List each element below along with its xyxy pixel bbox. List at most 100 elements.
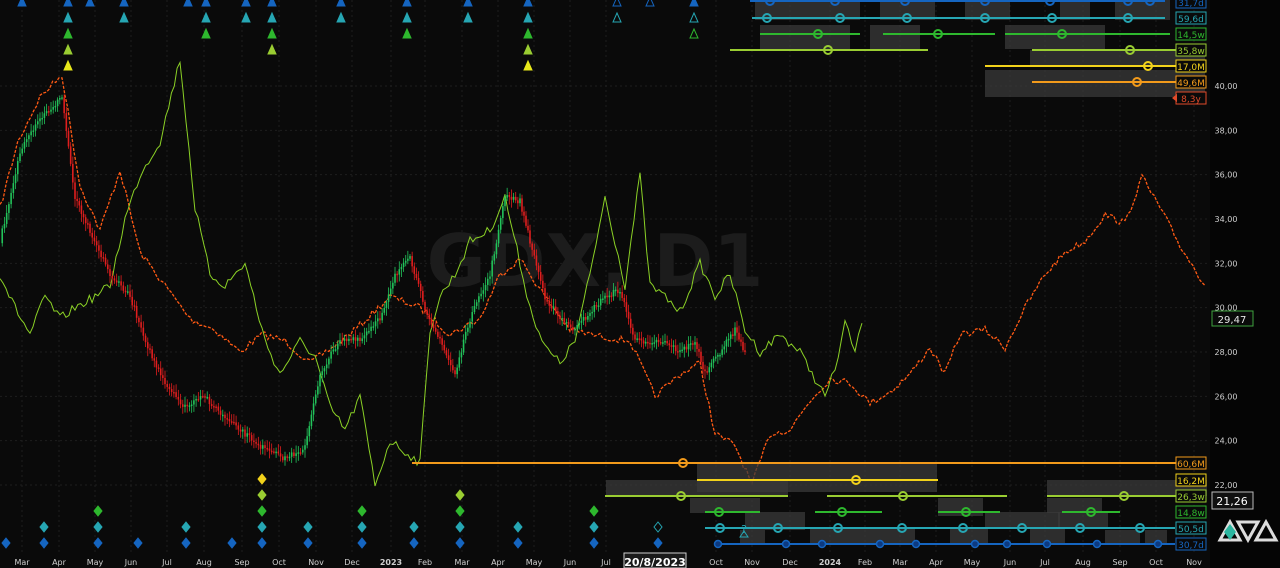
x-tick-label: Sep bbox=[234, 558, 249, 567]
candle-body bbox=[82, 213, 85, 218]
candle-body bbox=[270, 450, 273, 453]
x-tick-label: Jul bbox=[1039, 558, 1050, 567]
candle-body bbox=[674, 345, 677, 352]
candle-body bbox=[173, 391, 175, 394]
candle-body bbox=[550, 305, 553, 309]
candle-body bbox=[381, 312, 383, 321]
candle-body bbox=[696, 342, 698, 350]
candle-body bbox=[670, 345, 673, 347]
candle-body bbox=[460, 352, 463, 358]
candle-body bbox=[589, 313, 591, 317]
candle-body bbox=[409, 256, 411, 259]
bottom-cycle-label: 16,2M bbox=[1177, 477, 1205, 487]
candle-body bbox=[370, 326, 372, 332]
x-tick-label: Oct bbox=[272, 558, 286, 567]
candle-body bbox=[385, 301, 388, 308]
candle-body bbox=[118, 281, 120, 283]
candle-body bbox=[261, 445, 264, 449]
candle-body bbox=[640, 338, 643, 341]
candle-body bbox=[419, 283, 422, 291]
candle-body bbox=[268, 448, 271, 451]
candle-body bbox=[595, 305, 598, 307]
candle-body bbox=[186, 404, 189, 407]
cycle-marker-dot bbox=[1092, 539, 1102, 549]
x-tick-label: Mar bbox=[14, 558, 30, 567]
candle-body bbox=[389, 288, 392, 295]
candle-body bbox=[246, 433, 249, 437]
candle-body bbox=[34, 124, 37, 131]
y-tick-label: 26,00 bbox=[1215, 392, 1238, 401]
candle-body bbox=[217, 406, 220, 411]
candle-body bbox=[363, 335, 366, 339]
candle-body bbox=[679, 350, 681, 352]
candle-body bbox=[415, 273, 418, 279]
candle-body bbox=[535, 255, 538, 266]
candle-body bbox=[98, 245, 100, 251]
candle-body bbox=[597, 305, 600, 307]
candle-body bbox=[717, 354, 719, 357]
candle-body bbox=[738, 332, 740, 340]
candle-body bbox=[514, 196, 517, 201]
candle-body bbox=[91, 232, 94, 238]
candle-body bbox=[437, 331, 439, 337]
candle-body bbox=[208, 396, 211, 405]
x-tick-label: 2024 bbox=[819, 558, 842, 567]
candle-body bbox=[312, 403, 315, 415]
candle-body bbox=[146, 342, 149, 349]
candle-body bbox=[510, 196, 513, 200]
logo-mark bbox=[1235, 520, 1261, 544]
candle-body bbox=[281, 456, 284, 461]
candle-body bbox=[404, 260, 407, 263]
candle-body bbox=[443, 344, 446, 351]
candle-body bbox=[201, 396, 204, 398]
candle-body bbox=[636, 338, 638, 340]
candle-body bbox=[593, 305, 596, 312]
candle-body bbox=[166, 384, 169, 387]
candle-body bbox=[206, 396, 209, 399]
candle-body bbox=[467, 327, 469, 332]
top-cycle-band bbox=[985, 70, 1205, 97]
x-tick-label: Feb bbox=[858, 558, 872, 567]
candle-body bbox=[25, 139, 28, 143]
candle-body bbox=[301, 449, 304, 453]
x-tick-label: Oct bbox=[709, 558, 723, 567]
candle-body bbox=[226, 418, 229, 420]
y-tick-label: 24,00 bbox=[1215, 437, 1238, 446]
candle-body bbox=[56, 99, 59, 106]
candle-body bbox=[104, 257, 107, 265]
candle-body bbox=[662, 342, 664, 344]
candle-body bbox=[319, 375, 321, 387]
candle-body bbox=[157, 367, 160, 369]
x-tick-label: May bbox=[526, 558, 543, 567]
candle-body bbox=[651, 343, 653, 345]
candle-body bbox=[523, 211, 525, 216]
candle-body bbox=[317, 386, 319, 395]
candle-body bbox=[41, 117, 43, 120]
candle-body bbox=[8, 204, 10, 213]
bottom-cycle-label: 30,7d bbox=[1178, 541, 1204, 551]
cycle-marker-dot bbox=[970, 539, 980, 549]
candle-body bbox=[190, 404, 193, 407]
candle-body bbox=[10, 192, 12, 205]
candle-body bbox=[100, 250, 102, 258]
candle-body bbox=[383, 307, 386, 313]
candle-body bbox=[504, 197, 506, 207]
logo-mark bbox=[1253, 518, 1279, 542]
candle-body bbox=[210, 404, 213, 407]
top-cycle-label: 59,6d bbox=[1178, 15, 1204, 25]
candle-body bbox=[659, 342, 662, 344]
candle-body bbox=[610, 295, 613, 298]
candle-body bbox=[430, 319, 433, 325]
candle-body bbox=[599, 298, 602, 306]
candle-body bbox=[286, 456, 289, 458]
candle-body bbox=[698, 349, 700, 352]
candle-body bbox=[417, 278, 420, 284]
top-cycle-label: 14,5w bbox=[1177, 31, 1204, 41]
candle-body bbox=[67, 130, 70, 147]
candle-body bbox=[244, 429, 246, 437]
candle-body bbox=[563, 318, 566, 323]
candle-body bbox=[572, 327, 574, 331]
price-chart[interactable]: GDX, D1 31,7d 59,6d 14,5w 35,8w 17,0M 49,6M 8,3… bbox=[0, 0, 1280, 568]
candle-body bbox=[706, 371, 708, 373]
candle-body bbox=[345, 338, 348, 342]
